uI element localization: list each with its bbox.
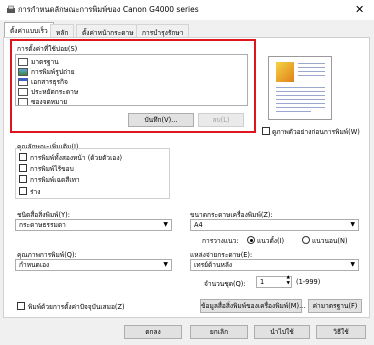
media-type-select[interactable]: กระดาษธรรมดา ▼ [15,219,172,231]
grayscale-checkbox[interactable] [19,175,27,183]
portrait-label: แนวตั้ง(I) [257,237,285,245]
grayscale-label: การพิมพ์เฉดสีเทา [30,176,80,184]
preview-before-printing-label: ดูภาพตัวอย่างก่อนการพิมพ์(W) [272,128,360,136]
apply-button[interactable]: นำไปใช้ [254,325,310,339]
common-settings-label: การตั้งค่าที่ใช้บ่อย(S) [17,45,78,53]
preview-picture [276,62,294,82]
save-button[interactable]: บันทึก(V)... [128,113,194,127]
preview-before-printing-checkbox[interactable] [262,127,270,135]
landscape-radio[interactable] [302,236,310,244]
copies-range: (1-999) [296,278,321,286]
tab-page-setup[interactable]: ตั้งค่าหน้ากระดาษ [76,24,140,37]
borderless-checkbox[interactable] [19,164,27,172]
document-icon [18,58,28,66]
list-item[interactable]: การพิมพ์รูปถ่าย [18,66,75,76]
chevron-down-icon: ▼ [350,261,355,268]
orientation-label: การวางแนว: [202,237,239,245]
list-item[interactable]: มาตรฐาน [18,56,59,66]
close-icon[interactable]: ✕ [355,3,364,16]
always-print-current-label: พิมพ์ด้วยการตั้งค่าปัจจุบันเสมอ(Z) [28,303,125,311]
cancel-button[interactable]: ยกเลิก [190,325,248,339]
photo-icon [18,68,28,76]
title-bar: การกำหนดลักษณะการพิมพ์ของ Canon G4000 se… [0,0,374,20]
ok-button[interactable]: ตกลง [124,325,182,339]
defaults-button[interactable]: ค่ามาตรฐาน(F) [308,299,362,313]
paper-info-button[interactable]: ข้อมูลสื่อสิ่งพิมพ์ของเครื่องพิมพ์(M)... [200,299,305,313]
delete-button[interactable]: ลบ(L) [198,113,244,127]
landscape-label: แนวนอน(N) [312,237,348,245]
help-button[interactable]: วิธีใช้ [316,325,366,339]
common-settings-list[interactable]: มาตรฐาน การพิมพ์รูปถ่าย เอกสารธุรกิจ ประ… [15,54,248,106]
draft-label: ร่าง [30,188,41,196]
print-quality-select[interactable]: กำหนดเอง ▼ [15,259,172,271]
printer-icon [7,5,15,13]
chevron-down-icon: ▼ [350,221,355,228]
business-document-icon [18,78,28,86]
chevron-down-icon: ▼ [163,221,168,228]
draft-checkbox[interactable] [19,187,27,195]
paper-source-select[interactable]: เทรย์ด้านหลัง ▼ [190,259,359,271]
list-item[interactable]: ซองจดหมาย [18,96,67,105]
copies-input[interactable]: 1 ▲ ▼ [256,275,292,288]
two-sided-checkbox[interactable] [19,153,27,161]
chevron-down-icon: ▼ [163,261,168,268]
paper-saving-icon [18,88,28,96]
list-item[interactable]: ประหยัดกระดาษ [18,86,78,96]
tab-maintenance[interactable]: การบำรุงรักษา [136,24,190,37]
page-size-select[interactable]: A4 ▼ [190,219,359,231]
preview-image [268,56,332,120]
copies-label: จำนวนชุด(Q): [204,280,246,288]
envelope-icon [18,98,28,105]
borderless-label: การพิมพ์ไร้ขอบ [30,165,74,173]
tab-quick-setup[interactable]: ตั้งค่าแบบเร็ว [4,22,54,38]
always-print-current-checkbox[interactable] [17,302,25,310]
portrait-radio[interactable] [247,236,255,244]
stepper-icon[interactable]: ▲ ▼ [287,275,290,287]
window-title: การกำหนดลักษณะการพิมพ์ของ Canon G4000 se… [18,5,199,14]
tab-main[interactable]: หลัก [50,24,75,37]
two-sided-label: การพิมพ์ทั้งสองหน้า (ด้วยตัวเอง) [30,154,123,162]
list-item[interactable]: เอกสารธุรกิจ [18,76,68,86]
